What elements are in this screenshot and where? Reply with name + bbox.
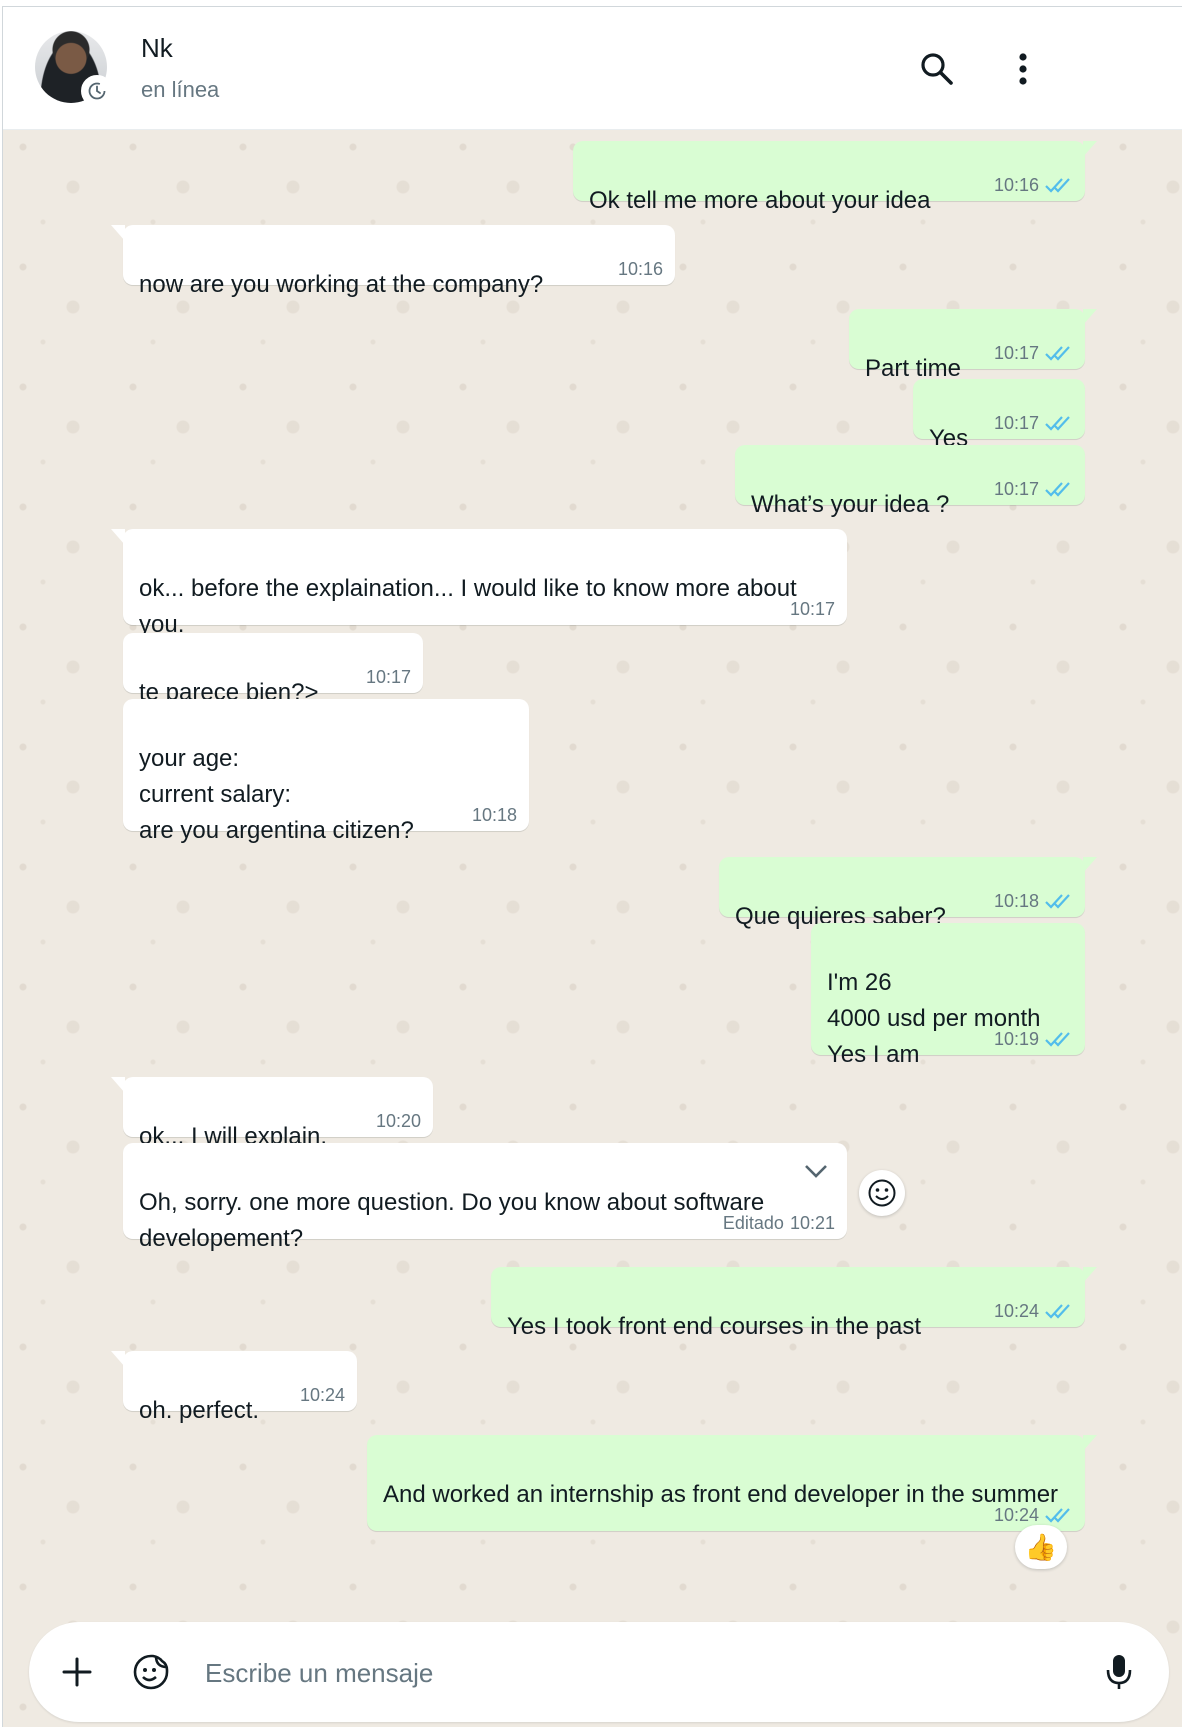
double-check-icon	[1045, 482, 1070, 497]
plus-icon	[62, 1657, 92, 1687]
message-outgoing[interactable]: What’s your idea ? 10:17	[735, 445, 1085, 518]
message-text: Oh, sorry. one more question. Do you kno…	[139, 1189, 765, 1252]
message-time: 10:18	[993, 891, 1039, 911]
message-incoming[interactable]: Oh, sorry. one more question. Do you kno…	[123, 1143, 847, 1252]
kebab-menu-icon	[1019, 53, 1027, 85]
message-text: Part time	[865, 355, 962, 382]
search-button[interactable]	[915, 47, 959, 91]
message-time: 10:21	[789, 1213, 835, 1233]
message-text: Yes I took front end courses in the past	[507, 1313, 922, 1340]
search-icon	[921, 53, 953, 85]
message-outgoing[interactable]: Part time 10:17	[849, 309, 1097, 382]
message-text: I'm 26 4000 usd per month Yes I am	[827, 969, 1041, 1068]
double-check-icon	[1045, 1508, 1070, 1523]
sticker-button[interactable]	[129, 1650, 173, 1694]
message-incoming[interactable]: oh. perfect. 10:24	[111, 1351, 357, 1424]
message-time: 10:17	[993, 479, 1039, 499]
message-outgoing[interactable]: Que quieres saber? 10:18	[719, 857, 1097, 930]
message-time: 10:16	[993, 175, 1039, 195]
thumbs-up-emoji: 👍	[1024, 1531, 1058, 1562]
chevron-down-icon[interactable]	[803, 1163, 829, 1179]
message-incoming[interactable]: ok... I will explain. 10:20	[111, 1077, 433, 1150]
message-text: now are you working at the company?	[139, 271, 544, 298]
message-list[interactable]: Ok tell me more about your idea 10:16 no…	[3, 129, 1182, 1599]
message-outgoing[interactable]: Yes I took front end courses in the past…	[491, 1267, 1097, 1340]
reaction-badge[interactable]: 👍	[1015, 1525, 1067, 1569]
status-clock-icon	[81, 75, 113, 107]
message-time: 10:17	[993, 343, 1039, 363]
edited-label: Editado	[722, 1213, 784, 1233]
message-incoming[interactable]: your age: current salary: are you argent…	[123, 699, 529, 844]
message-time: 10:17	[789, 599, 835, 619]
sticker-icon	[133, 1654, 169, 1690]
double-check-icon	[1045, 1032, 1070, 1047]
message-time: 10:18	[471, 805, 517, 825]
smiley-icon	[868, 1179, 896, 1207]
composer-bar	[29, 1622, 1169, 1722]
double-check-icon	[1045, 1304, 1070, 1319]
message-time: 10:24	[993, 1505, 1039, 1525]
mic-button[interactable]	[1097, 1650, 1141, 1694]
double-check-icon	[1045, 416, 1070, 431]
message-text: your age: current salary: are you argent…	[139, 745, 414, 844]
message-outgoing[interactable]: Ok tell me more about your idea 10:16	[573, 141, 1097, 214]
message-time: 10:20	[375, 1111, 421, 1131]
message-text: What’s your idea ?	[751, 491, 950, 518]
message-outgoing[interactable]: I'm 26 4000 usd per month Yes I am 10:19	[811, 923, 1085, 1068]
message-input[interactable]	[203, 1644, 1067, 1702]
avatar[interactable]	[35, 31, 113, 107]
message-time: 10:19	[993, 1029, 1039, 1049]
message-incoming[interactable]: now are you working at the company? 10:1…	[111, 225, 675, 298]
message-outgoing[interactable]: Yes 10:17	[913, 379, 1085, 452]
message-text: oh. perfect.	[139, 1397, 260, 1424]
menu-button[interactable]	[1001, 47, 1045, 91]
double-check-icon	[1045, 178, 1070, 193]
message-outgoing[interactable]: And worked an internship as front end de…	[367, 1435, 1097, 1531]
message-text: And worked an internship as front end de…	[383, 1481, 1059, 1508]
message-time: 10:24	[993, 1301, 1039, 1321]
attach-button[interactable]	[55, 1650, 99, 1694]
chat-window: Nk en línea Ok tell me more about your i…	[2, 6, 1182, 1727]
message-text: ok... before the explaination... I would…	[139, 575, 797, 638]
mic-icon	[1106, 1655, 1132, 1689]
message-time: 10:17	[993, 413, 1039, 433]
message-incoming[interactable]: ok... before the explaination... I would…	[111, 529, 847, 638]
contact-name[interactable]: Nk	[141, 33, 173, 64]
contact-status: en línea	[141, 77, 220, 102]
react-button[interactable]	[859, 1170, 905, 1216]
double-check-icon	[1045, 346, 1070, 361]
message-text: Ok tell me more about your idea	[589, 187, 931, 214]
chat-header: Nk en línea	[3, 7, 1182, 130]
message-time: 10:24	[299, 1385, 345, 1405]
message-time: 10:17	[365, 667, 411, 687]
double-check-icon	[1045, 894, 1070, 909]
message-incoming[interactable]: te parece bien?> 10:17	[123, 633, 423, 706]
message-time: 10:16	[617, 259, 663, 279]
